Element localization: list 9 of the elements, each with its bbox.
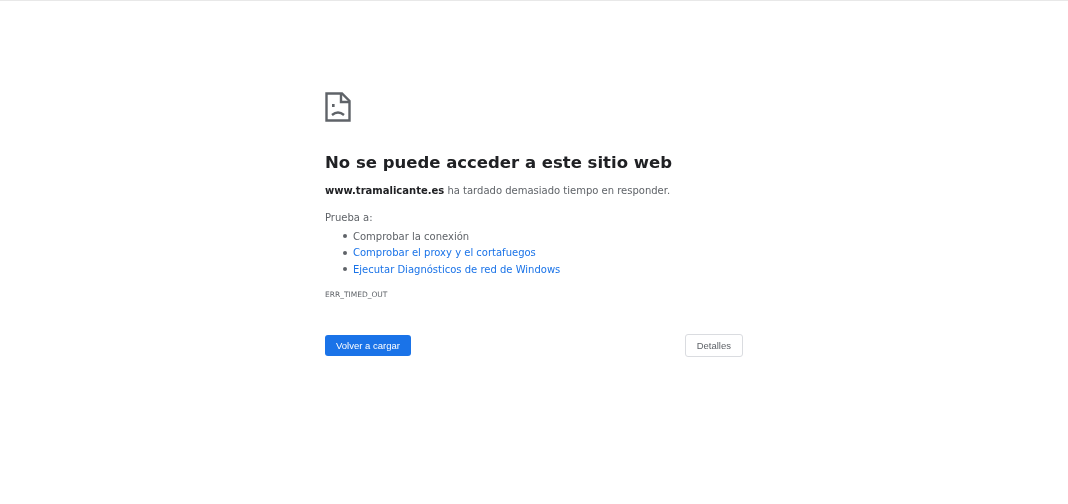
suggestions-label: Prueba a:: [325, 211, 374, 225]
suggestion-link[interactable]: Ejecutar Diagnósticos de red de Windows: [353, 263, 561, 275]
suggestion-link[interactable]: Comprobar el proxy y el cortafuegos: [353, 247, 536, 259]
reload-button[interactable]: Volver a cargar: [325, 334, 411, 356]
error-summary: www.tramalicante.es ha tardado demasiado tiempo en responder.: [325, 184, 672, 198]
suggestion-text: Comprobar la conexión: [353, 230, 470, 242]
details-button[interactable]: Detalles: [684, 333, 743, 357]
error-heading: No se puede acceder a este sitio web: [325, 152, 673, 174]
sad-page-icon: [325, 92, 351, 122]
